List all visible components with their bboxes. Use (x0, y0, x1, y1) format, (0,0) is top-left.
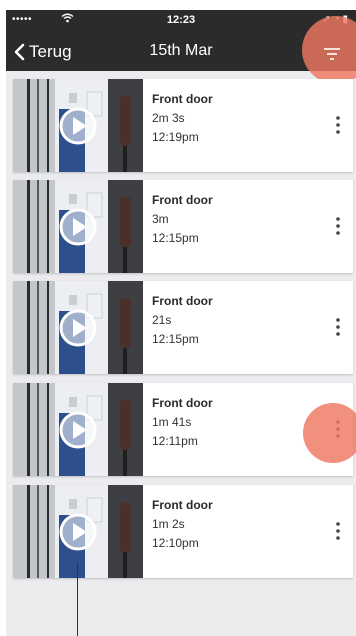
recording-title: Front door (152, 396, 213, 410)
video-thumbnail[interactable] (13, 281, 143, 374)
recording-duration: 3m (152, 212, 169, 226)
recording-title: Front door (152, 498, 213, 512)
more-button-highlight (303, 403, 356, 463)
recording-duration: 2m 3s (152, 111, 185, 125)
recording-duration: 1m 41s (152, 415, 192, 429)
recording-time: 12:10pm (152, 536, 199, 550)
more-vertical-icon (336, 217, 340, 235)
recording-duration: 21s (152, 313, 172, 327)
status-time: 12:23 (166, 14, 196, 26)
more-vertical-icon (336, 318, 340, 336)
annotation-pointer-line (77, 562, 78, 636)
video-thumbnail[interactable] (13, 180, 143, 273)
recording-title: Front door (152, 193, 213, 207)
more-options-button[interactable] (331, 518, 345, 544)
recording-item[interactable]: Front door 1m 2s 12:10pm (13, 485, 353, 578)
play-icon (59, 309, 97, 347)
more-options-button[interactable] (331, 112, 345, 138)
recording-time: 12:11pm (152, 434, 198, 448)
more-vertical-icon (336, 116, 340, 134)
phone-screen: ••••• 12:23 ➚ ◔ ▮ Terug 15th Mar (6, 10, 356, 636)
video-thumbnail[interactable] (13, 485, 143, 578)
play-icon (59, 107, 97, 145)
recording-time: 12:19pm (152, 130, 199, 144)
play-icon (59, 208, 97, 246)
more-options-button[interactable] (331, 314, 345, 340)
more-options-button[interactable] (331, 213, 345, 239)
more-vertical-icon (336, 522, 340, 540)
filter-button[interactable] (317, 43, 347, 67)
play-icon (59, 513, 97, 551)
play-icon (59, 411, 97, 449)
recording-title: Front door (152, 92, 213, 106)
recording-item[interactable]: Front door 3m 12:15pm (13, 180, 353, 273)
recording-item[interactable]: Front door 21s 12:15pm (13, 281, 353, 374)
recording-title: Front door (152, 294, 213, 308)
video-thumbnail[interactable] (13, 383, 143, 476)
recording-time: 12:15pm (152, 332, 199, 346)
recording-duration: 1m 2s (152, 517, 185, 531)
status-bar: ••••• 12:23 ➚ ◔ ▮ (6, 10, 356, 32)
filter-icon (324, 48, 340, 60)
recording-time: 12:15pm (152, 231, 199, 245)
recording-item[interactable]: Front door 2m 3s 12:19pm (13, 79, 353, 172)
video-thumbnail[interactable] (13, 79, 143, 172)
recording-item[interactable]: Front door 1m 41s 12:11pm (13, 383, 353, 476)
